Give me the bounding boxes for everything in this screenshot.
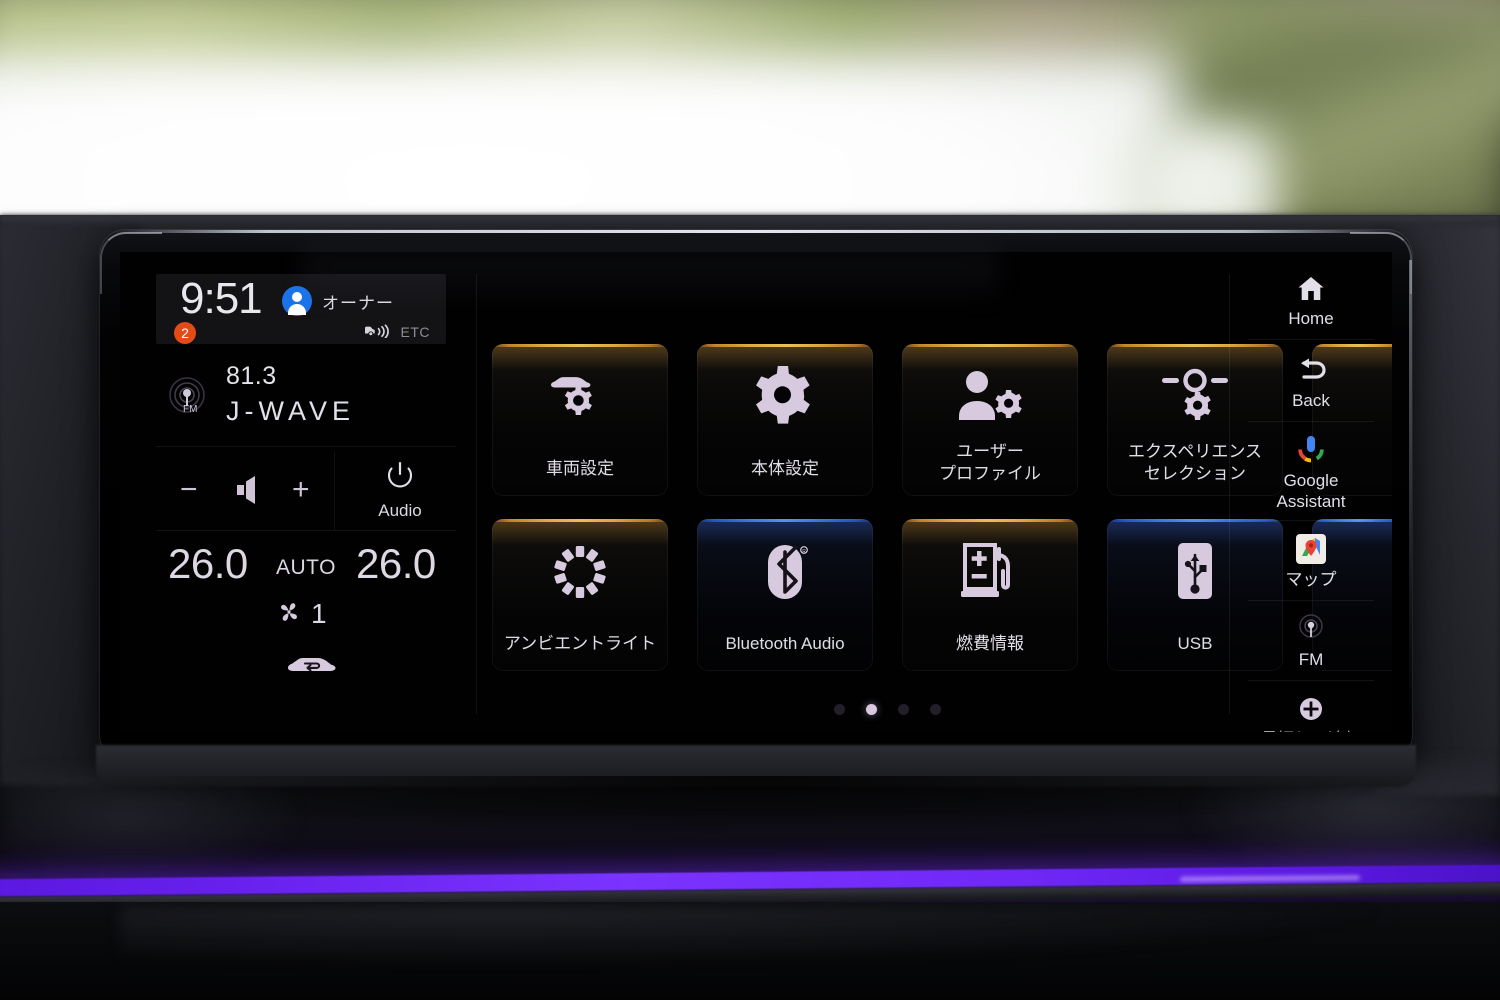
gear-icon	[697, 366, 873, 428]
app-tile-grid: 車両設定 本体設定 ユーザー プロファイル エクスペリエンス セレクション アン…	[492, 344, 1392, 684]
page-dot-2[interactable]	[865, 703, 877, 715]
passenger-temperature[interactable]: 26.0	[356, 540, 436, 588]
car-infotainment-scene: 9:51 オーナー 2 ETC FM 81.3 J-WAVE − + Audio…	[0, 0, 1500, 1000]
svg-text:FM: FM	[183, 404, 197, 415]
volume-up-button[interactable]: +	[292, 475, 310, 505]
tile-label: アンビエントライト	[503, 634, 657, 653]
sidebar-label: マップ	[1285, 570, 1337, 589]
sidebar-label: FM	[1298, 650, 1324, 669]
sidebar-item-home[interactable]: Home	[1236, 266, 1386, 329]
tile-label: 本体設定	[751, 459, 819, 478]
radio-frequency: 81.3	[226, 362, 277, 390]
radio-station-name: J-WAVE	[226, 396, 355, 426]
user-gear-icon	[902, 366, 1078, 428]
fm-antenna-icon	[1236, 611, 1386, 647]
page-dot-1[interactable]	[833, 703, 845, 715]
volume-down-button[interactable]: −	[180, 475, 198, 505]
display-active-area: 9:51 オーナー 2 ETC FM 81.3 J-WAVE − + Audio…	[120, 252, 1392, 732]
tile-label-line2: プロファイル	[939, 464, 1041, 483]
console-shadow	[96, 776, 1416, 836]
fm-antenna-icon: FM	[164, 374, 210, 420]
audio-power-button[interactable]: Audio	[352, 458, 448, 521]
page-dot-4[interactable]	[929, 703, 941, 715]
tile-label: 燃費情報	[956, 634, 1024, 653]
car-gear-icon	[492, 366, 668, 428]
speaker-icon[interactable]	[234, 476, 266, 509]
divider	[476, 274, 477, 714]
divider	[334, 452, 335, 530]
back-arrow-icon	[1236, 352, 1386, 388]
tile-ambient-light[interactable]: アンビエントライト	[492, 519, 668, 671]
bluetooth-icon: R	[697, 541, 873, 603]
fuel-pump-icon	[902, 541, 1078, 603]
sidebar-label: Google Assistant	[1236, 470, 1386, 512]
windshield-background	[0, 0, 1500, 235]
home-icon	[1236, 270, 1386, 306]
etc-status: ETC	[364, 321, 431, 343]
tile-user-profile[interactable]: ユーザー プロファイル	[902, 344, 1078, 496]
etc-label: ETC	[400, 324, 430, 340]
tile-label: Bluetooth Audio	[725, 634, 845, 653]
divider	[1229, 274, 1230, 714]
driver-temperature[interactable]: 26.0	[168, 540, 248, 588]
google-assistant-mic-icon	[1236, 432, 1386, 468]
page-dot-3[interactable]	[897, 703, 909, 715]
audio-label: Audio	[378, 501, 422, 520]
page-indicator	[492, 700, 1282, 718]
user-avatar-icon[interactable]	[282, 286, 312, 316]
tile-label-line1: ユーザー	[956, 442, 1024, 461]
divider	[156, 530, 456, 531]
sidebar-item-fm[interactable]: FM	[1236, 601, 1386, 670]
power-icon	[383, 462, 417, 496]
climate-control: 26.0 AUTO 26.0 1	[156, 536, 456, 711]
sidebar-label-line1: Google	[1283, 471, 1339, 490]
audio-controls: − + Audio	[156, 452, 456, 528]
divider	[156, 446, 456, 447]
notification-badge[interactable]: 2	[174, 322, 196, 344]
sidebar-label-line2: Assistant	[1276, 492, 1346, 511]
fan-speed-control[interactable]: 1	[276, 598, 327, 630]
sidebar-item-back[interactable]: Back	[1236, 340, 1386, 411]
tile-vehicle-settings[interactable]: 車両設定	[492, 344, 668, 496]
dashboard-top-edge	[0, 215, 1500, 231]
etc-car-signal-icon	[364, 321, 394, 343]
sidebar-item-google-assistant[interactable]: Google Assistant	[1236, 422, 1386, 512]
tile-label: 車両設定	[546, 459, 614, 478]
media-info[interactable]: FM 81.3 J-WAVE	[156, 360, 456, 442]
ambient-light-icon	[492, 541, 668, 603]
infotainment-display: 9:51 オーナー 2 ETC FM 81.3 J-WAVE − + Audio…	[100, 230, 1412, 760]
svg-text:R: R	[802, 549, 806, 555]
climate-auto-mode[interactable]: AUTO	[276, 556, 336, 580]
lower-dashboard-texture	[120, 906, 1380, 966]
clock: 9:51	[180, 274, 263, 323]
fan-speed-value: 1	[311, 598, 327, 629]
status-bar: 9:51 オーナー 2 ETC	[156, 274, 446, 344]
sidebar: Home Back Google Assistant マップ FM	[1236, 266, 1386, 732]
tile-system-settings[interactable]: 本体設定	[697, 344, 873, 496]
sidebar-label: Home	[1288, 309, 1334, 328]
fan-icon	[276, 599, 302, 630]
tile-fuel-economy[interactable]: 燃費情報	[902, 519, 1078, 671]
sidebar-label: Back	[1292, 391, 1330, 410]
tile-label: ユーザー プロファイル	[902, 441, 1078, 485]
left-panel: 9:51 オーナー 2 ETC FM 81.3 J-WAVE − + Audio…	[156, 274, 466, 714]
sidebar-item-maps[interactable]: マップ	[1236, 521, 1386, 590]
profile-name[interactable]: オーナー	[322, 289, 394, 314]
google-maps-icon	[1236, 531, 1386, 567]
tile-bluetooth-audio[interactable]: R Bluetooth Audio	[697, 519, 873, 671]
air-recirculation-icon[interactable]	[284, 648, 340, 683]
